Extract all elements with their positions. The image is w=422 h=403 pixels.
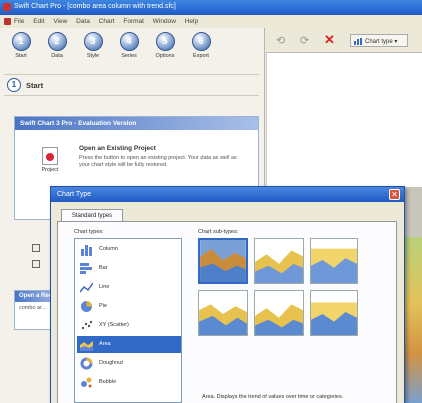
chart-type-area-label: Area: [99, 341, 111, 347]
options-step-icon: 5: [155, 32, 175, 51]
data-button-label: Data: [51, 53, 63, 59]
dialog-title: Chart Type: [57, 191, 92, 198]
chart-type-button[interactable]: Chart type ▾: [350, 34, 408, 47]
start-step-number: 1: [7, 78, 21, 92]
subtype-area-3d-2[interactable]: [254, 290, 304, 336]
style-step-icon: 3: [83, 32, 103, 51]
chart-type-line[interactable]: Line: [77, 279, 181, 296]
bar-chart-icon: [80, 263, 92, 274]
chart-type-xy-scatter[interactable]: XY (Scatter): [77, 317, 181, 334]
chart-type-bubble[interactable]: Bubble: [77, 374, 181, 391]
line-chart-icon: [80, 282, 93, 293]
export-step-icon: 6: [191, 32, 211, 51]
export-button[interactable]: 6 Export: [186, 32, 216, 68]
subtype-area-2-icon: [255, 250, 303, 283]
subtype-area-2[interactable]: [254, 238, 304, 284]
chart-type-doughnut[interactable]: Doughnut: [77, 355, 181, 372]
project-label: Project: [41, 167, 59, 173]
series-button[interactable]: 4 Series: [114, 32, 144, 68]
menu-chart[interactable]: Chart: [99, 18, 115, 25]
subtype-area-3d-1-icon: [199, 304, 247, 335]
wizard-toolbar: 1 Start 2 Data 3 Style 4 Series 5 Option…: [4, 28, 259, 68]
dialog-title-bar: Chart Type ✕: [51, 187, 404, 202]
menu-view[interactable]: View: [53, 18, 67, 25]
pie-chart-icon: [81, 301, 92, 312]
subtype-area-1[interactable]: [198, 238, 248, 284]
menu-format[interactable]: Format: [123, 18, 144, 25]
start-step-icon: 1: [11, 32, 31, 51]
chart-canvas[interactable]: [266, 53, 422, 187]
menu-help[interactable]: Help: [185, 18, 198, 25]
export-button-label: Export: [193, 53, 209, 59]
chart-subtypes-label: Chart sub-types:: [198, 229, 239, 235]
open-project-button[interactable]: Project: [38, 147, 62, 175]
series-button-label: Series: [121, 53, 137, 59]
data-button[interactable]: 2 Data: [42, 32, 72, 68]
area-chart-icon: [80, 341, 93, 351]
menu-bar: File Edit View Data Chart Format Window …: [0, 15, 422, 28]
scatter-chart-icon: [81, 320, 93, 330]
close-icon[interactable]: ✕: [389, 189, 400, 200]
menu-file[interactable]: File: [14, 18, 24, 25]
window-title: Swift Chart Pro - [combo area column wit…: [14, 3, 176, 10]
menu-data[interactable]: Data: [76, 18, 90, 25]
start-section-header: 1 Start: [4, 74, 259, 96]
chart-type-icon: [354, 38, 362, 45]
chart-type-bubble-label: Bubble: [99, 379, 117, 385]
chart-type-line-label: Line: [99, 284, 110, 290]
project-file-icon: [42, 147, 58, 165]
chart-type-area[interactable]: Area: [77, 336, 181, 353]
chart-type-pie-label: Pie: [99, 303, 107, 309]
delete-icon[interactable]: ✕: [324, 32, 335, 48]
chart-type-doughnut-label: Doughnut: [99, 360, 123, 366]
chart-type-xy-scatter-label: XY (Scatter): [99, 322, 129, 328]
subtype-description: Area. Displays the trend of values over …: [202, 394, 344, 400]
subtype-area-3[interactable]: [310, 238, 358, 284]
options-button-label: Options: [155, 53, 175, 59]
start-button-label: Start: [15, 53, 27, 59]
title-bar: Swift Chart Pro - [combo area column wit…: [0, 0, 422, 15]
chart-type-bar-label: Bar: [99, 265, 108, 271]
start-button[interactable]: 1 Start: [6, 32, 36, 68]
chart-toolbar: ⟲ ⟳ ✕ Chart type ▾: [266, 28, 422, 53]
subtype-area-3d-3[interactable]: [310, 290, 358, 336]
bubble-chart-icon: [81, 377, 92, 388]
subtype-area-3d-2-icon: [255, 304, 303, 335]
subtype-area-3-icon: [311, 248, 357, 283]
menu-window[interactable]: Window: [153, 18, 176, 25]
open-project-title: Open an Existing Project: [79, 145, 156, 152]
chart-type-column[interactable]: Column: [77, 241, 181, 258]
subtype-area-3d-3-icon: [311, 302, 357, 335]
evaluation-panel-title: Swift Chart 3 Pro - Evaluation Version: [15, 117, 258, 130]
column-chart-icon: [81, 245, 92, 256]
series-step-icon: 4: [119, 32, 139, 51]
subtype-area-1-icon: [200, 240, 246, 282]
chart-type-button-label: Chart type: [365, 39, 393, 45]
subtype-area-3d-1[interactable]: [198, 290, 248, 336]
undo-icon[interactable]: ⟲: [276, 34, 285, 47]
menu-edit[interactable]: Edit: [33, 18, 44, 25]
app-window: Swift Chart Pro - [combo area column wit…: [0, 0, 422, 403]
options-button[interactable]: 5 Options: [150, 32, 180, 68]
doughnut-chart-icon: [80, 357, 93, 370]
recent-item-1-icon[interactable]: [32, 244, 40, 252]
chart-type-list[interactable]: Column Bar Line Pie XY (Scatter) Area Do…: [74, 238, 182, 403]
menu-app-icon[interactable]: [4, 18, 11, 25]
chart-type-bar[interactable]: Bar: [77, 260, 181, 277]
recent-item-2-icon[interactable]: [32, 260, 40, 268]
chart-type-column-label: Column: [99, 246, 118, 252]
style-button[interactable]: 3 Style: [78, 32, 108, 68]
chart-type-pie[interactable]: Pie: [77, 298, 181, 315]
start-section-title: Start: [26, 81, 44, 90]
data-step-icon: 2: [47, 32, 67, 51]
redo-icon[interactable]: ⟳: [300, 34, 309, 47]
style-button-label: Style: [86, 53, 100, 59]
app-icon: [3, 3, 11, 11]
open-project-description: Press the button to open an existing pro…: [79, 155, 237, 168]
chart-types-label: Chart types:: [74, 229, 104, 235]
